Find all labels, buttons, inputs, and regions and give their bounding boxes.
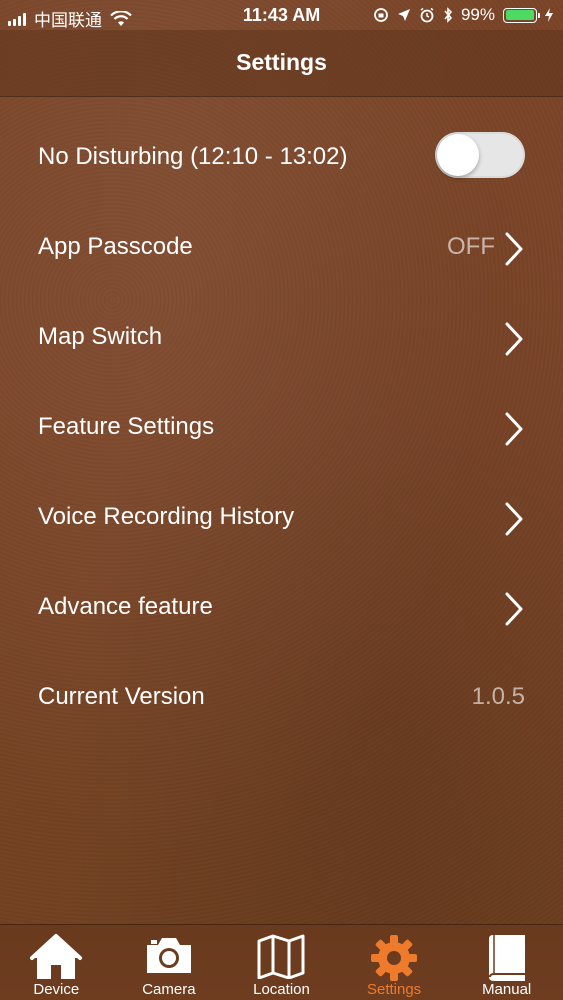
row-advance-feature[interactable]: Advance feature <box>0 563 563 653</box>
row-label: App Passcode <box>38 233 193 260</box>
tab-label: Location <box>253 981 310 998</box>
status-bar: 中国联通 11:43 AM 99% <box>0 0 563 30</box>
map-icon <box>257 934 305 979</box>
charging-icon <box>545 8 553 22</box>
home-icon <box>30 934 83 979</box>
version-value: 1.0.5 <box>471 683 525 710</box>
book-icon <box>488 935 525 981</box>
alarm-icon <box>420 7 434 23</box>
tab-manual[interactable]: Manual <box>450 925 563 1000</box>
camera-icon <box>146 938 191 973</box>
page-title: Settings <box>236 49 327 75</box>
row-label: Advance feature <box>38 593 213 620</box>
tab-label: Settings <box>366 981 422 998</box>
battery-percent: 99% <box>460 5 495 24</box>
row-label: Current Version <box>38 683 205 710</box>
battery-fill <box>505 10 535 20</box>
row-label: No Disturbing (12:10 - 13:02) <box>38 143 348 170</box>
row-voice-recording-history[interactable]: Voice Recording History <box>0 473 563 563</box>
tab-camera[interactable]: Camera <box>113 925 226 1000</box>
tab-settings[interactable]: Settings <box>338 925 451 1000</box>
row-label: Map Switch <box>38 323 163 350</box>
rotation-lock-icon <box>374 8 388 22</box>
row-value: OFF <box>447 233 495 260</box>
no-disturbing-toggle[interactable] <box>435 132 525 178</box>
row-current-version: Current Version 1.0.5 <box>0 653 563 743</box>
chevron-right-icon <box>505 502 523 536</box>
tab-bar: Device Camera Location Settings Manual <box>0 924 563 1000</box>
row-app-passcode[interactable]: App Passcode OFF <box>0 203 563 293</box>
row-no-disturbing: No Disturbing (12:10 - 13:02) <box>0 113 563 203</box>
chevron-right-icon <box>505 232 523 266</box>
tab-label: Manual <box>482 981 532 998</box>
gear-icon <box>371 935 418 981</box>
row-feature-settings[interactable]: Feature Settings <box>0 383 563 473</box>
tab-location[interactable]: Location <box>225 925 338 1000</box>
navigation-bar: Settings <box>0 30 563 97</box>
row-map-switch[interactable]: Map Switch <box>0 293 563 383</box>
tab-device[interactable]: Device <box>0 925 113 1000</box>
tab-label: Camera <box>142 981 196 998</box>
battery-icon <box>503 7 540 23</box>
row-label: Feature Settings <box>38 413 215 440</box>
bluetooth-icon <box>444 7 453 23</box>
chevron-right-icon <box>505 592 523 626</box>
chevron-right-icon <box>505 412 523 446</box>
status-right: 99% <box>373 5 553 25</box>
settings-screen: 中国联通 11:43 AM 99% Settings No Disturbing… <box>0 0 563 1000</box>
chevron-right-icon <box>505 322 523 356</box>
location-arrow-icon <box>397 9 410 21</box>
toggle-knob <box>437 134 479 176</box>
row-label: Voice Recording History <box>38 503 295 530</box>
tab-label: Device <box>33 981 80 998</box>
settings-list: No Disturbing (12:10 - 13:02) App Passco… <box>0 113 563 743</box>
